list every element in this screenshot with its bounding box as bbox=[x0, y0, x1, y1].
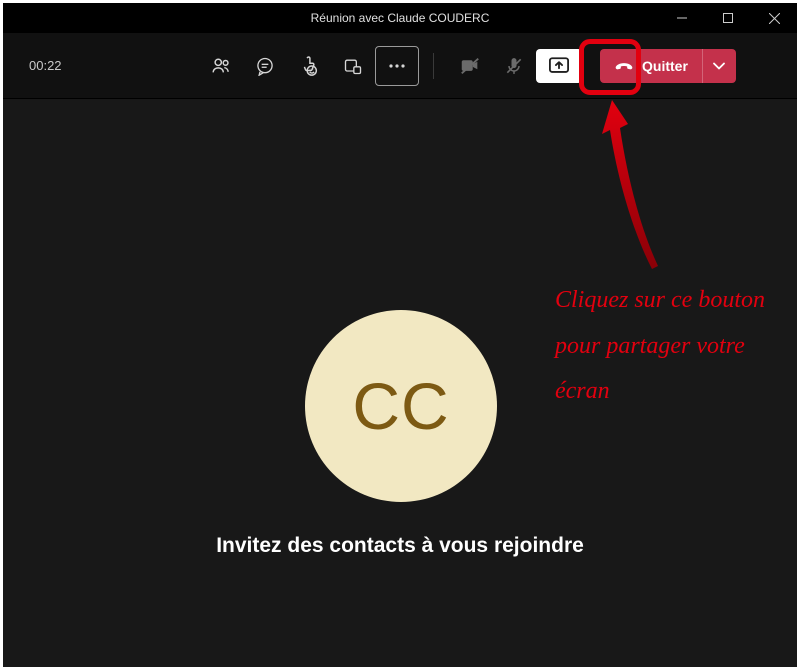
maximize-button[interactable] bbox=[705, 3, 751, 33]
meeting-toolbar: 00:22 bbox=[3, 33, 797, 99]
participant-avatar: CC bbox=[305, 310, 497, 502]
toolbar-divider bbox=[433, 53, 434, 79]
leave-options-button[interactable] bbox=[702, 49, 736, 83]
invite-prompt: Invitez des contacts à vous rejoindre bbox=[3, 534, 797, 558]
chat-button[interactable] bbox=[243, 46, 287, 86]
more-actions-button[interactable] bbox=[375, 46, 419, 86]
hangup-icon bbox=[614, 59, 634, 73]
camera-button[interactable] bbox=[448, 46, 492, 86]
leave-button-group: Quitter bbox=[600, 49, 736, 83]
meeting-window: Réunion avec Claude COUDERC 00:22 bbox=[3, 3, 797, 667]
avatar-initials: CC bbox=[352, 368, 449, 444]
minimize-button[interactable] bbox=[659, 3, 705, 33]
people-icon bbox=[210, 55, 232, 77]
window-controls bbox=[659, 3, 797, 33]
meeting-stage: CC Invitez des contacts à vous rejoindre bbox=[3, 99, 797, 667]
leave-label: Quitter bbox=[642, 58, 688, 74]
chevron-down-icon bbox=[713, 62, 725, 70]
share-screen-button[interactable] bbox=[536, 49, 582, 83]
ellipsis-icon bbox=[388, 63, 406, 69]
toolbar-center: Quitter bbox=[199, 46, 736, 86]
rooms-button[interactable] bbox=[331, 46, 375, 86]
share-screen-icon bbox=[548, 56, 570, 76]
camera-off-icon bbox=[459, 55, 481, 77]
breakout-rooms-icon bbox=[343, 56, 363, 76]
mic-off-icon bbox=[504, 55, 524, 77]
participants-button[interactable] bbox=[199, 46, 243, 86]
leave-button[interactable]: Quitter bbox=[600, 49, 702, 83]
close-button[interactable] bbox=[751, 3, 797, 33]
titlebar: Réunion avec Claude COUDERC bbox=[3, 3, 797, 33]
mic-button[interactable] bbox=[492, 46, 536, 86]
reactions-button[interactable] bbox=[287, 46, 331, 86]
reactions-icon bbox=[298, 55, 320, 77]
call-timer: 00:22 bbox=[29, 58, 199, 73]
chat-icon bbox=[255, 56, 275, 76]
